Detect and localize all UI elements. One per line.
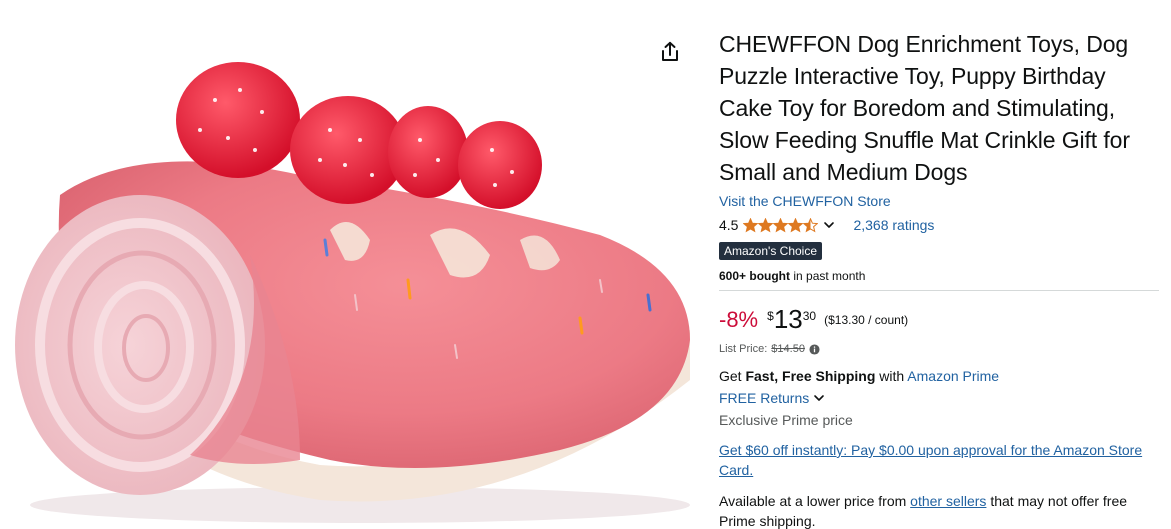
info-icon[interactable]: [809, 343, 820, 355]
list-price: List Price: $14.50: [719, 343, 1159, 355]
unit-price: ($13.30 / count): [824, 313, 909, 327]
exclusive-prime-price: Exclusive Prime price: [719, 412, 853, 428]
shipping-get: Get: [719, 368, 746, 384]
shipping-with: with: [875, 368, 908, 384]
bought-in-past-month: 600+ bought in past month: [719, 268, 1159, 284]
rating-value: 4.5: [719, 217, 739, 233]
price-whole: 13: [773, 304, 803, 334]
store-link[interactable]: Visit the CHEWFFON Store: [719, 192, 1159, 210]
star-icon: [788, 217, 804, 232]
discount-percent: -8%: [719, 307, 759, 332]
rating-row: 4.5 2,368 ratings: [719, 215, 1159, 235]
free-returns-label: FREE Returns: [719, 390, 810, 406]
other-sellers-link[interactable]: other sellers: [910, 493, 986, 509]
amazon-prime-link[interactable]: Amazon Prime: [907, 368, 999, 384]
star-icon: [773, 217, 789, 232]
star-icon: [758, 217, 774, 232]
product-image[interactable]: [0, 0, 700, 529]
cake-roll-toy-image: [15, 62, 690, 523]
star-icon: [743, 217, 759, 232]
shipping-info: Get Fast, Free Shipping with Amazon Prim…: [719, 366, 1159, 386]
list-price-value: $14.50: [771, 343, 805, 355]
bought-count: 600+ bought: [719, 269, 791, 283]
rating-stars[interactable]: [743, 217, 819, 233]
price-fraction: 30: [802, 309, 817, 323]
free-returns[interactable]: FREE Returns: [719, 388, 1159, 408]
lower-price-notice: Available at a lower price from other se…: [719, 491, 1159, 529]
star-icon: [803, 217, 819, 232]
store-card-offer-link[interactable]: Get $60 off instantly: Pay $0.00 upon ap…: [719, 440, 1159, 480]
chevron-down-icon[interactable]: [813, 392, 825, 404]
price-row: -8% $ 13 30 ($13.30 / count): [719, 304, 1159, 336]
product-details: CHEWFFON Dog Enrichment Toys, Dog Puzzle…: [719, 28, 1159, 529]
fast-free-shipping: Fast, Free Shipping: [745, 368, 876, 384]
share-button[interactable]: [658, 40, 682, 64]
share-icon: [662, 41, 678, 61]
chevron-down-icon[interactable]: [823, 219, 835, 231]
ratings-count-link[interactable]: 2,368 ratings: [853, 217, 934, 233]
bought-period: in past month: [790, 269, 866, 283]
amazons-choice-badge[interactable]: Amazon's Choice: [719, 242, 822, 260]
list-price-label: List Price:: [719, 343, 768, 355]
product-title: CHEWFFON Dog Enrichment Toys, Dog Puzzle…: [719, 31, 1130, 185]
price-currency: $: [767, 309, 774, 323]
divider: [719, 290, 1159, 291]
lower-price-prefix: Available at a lower price from: [719, 493, 911, 509]
